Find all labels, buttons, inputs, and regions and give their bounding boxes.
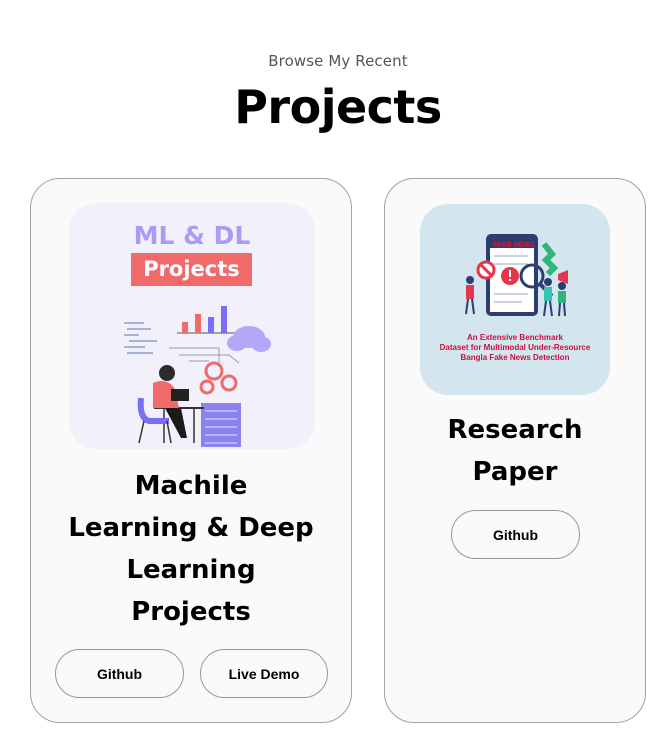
title-line: Research xyxy=(447,415,583,445)
title-line: Machile xyxy=(134,471,248,501)
section-subtitle: Browse My Recent xyxy=(268,52,408,70)
title-line: Learning & Deep xyxy=(68,513,314,543)
title-line: Projects xyxy=(131,597,251,627)
project-card-ml: ML & DL Projects Machile Learning & Deep… xyxy=(30,178,352,723)
image-caption-line: An Extensive Benchmark xyxy=(466,333,564,342)
github-button[interactable]: Github xyxy=(451,510,580,559)
project-title-research: Research Paper xyxy=(395,409,635,493)
title-line: Paper xyxy=(472,457,558,487)
ml-illustration-icon xyxy=(124,306,271,447)
project-image-research: FAKE NEWS An Extensive Benchmark Dataset… xyxy=(420,204,610,395)
section-title: Projects xyxy=(234,80,442,134)
image-caption-line: Dataset for Multimodal Under-Resource xyxy=(439,343,591,352)
project-title-ml: Machile Learning & Deep Learning Project… xyxy=(51,465,331,633)
fake-news-illustration-icon xyxy=(465,234,568,317)
project-card-research: FAKE NEWS An Extensive Benchmark Dataset… xyxy=(384,178,646,723)
github-button[interactable]: Github xyxy=(55,649,184,698)
title-line: Learning xyxy=(126,555,256,585)
image-caption-line: Bangla Fake News Detection xyxy=(460,353,570,362)
fake-news-tag: FAKE NEWS xyxy=(493,242,535,249)
project-image-ml: ML & DL Projects xyxy=(69,203,315,449)
live-demo-button[interactable]: Live Demo xyxy=(200,649,328,698)
